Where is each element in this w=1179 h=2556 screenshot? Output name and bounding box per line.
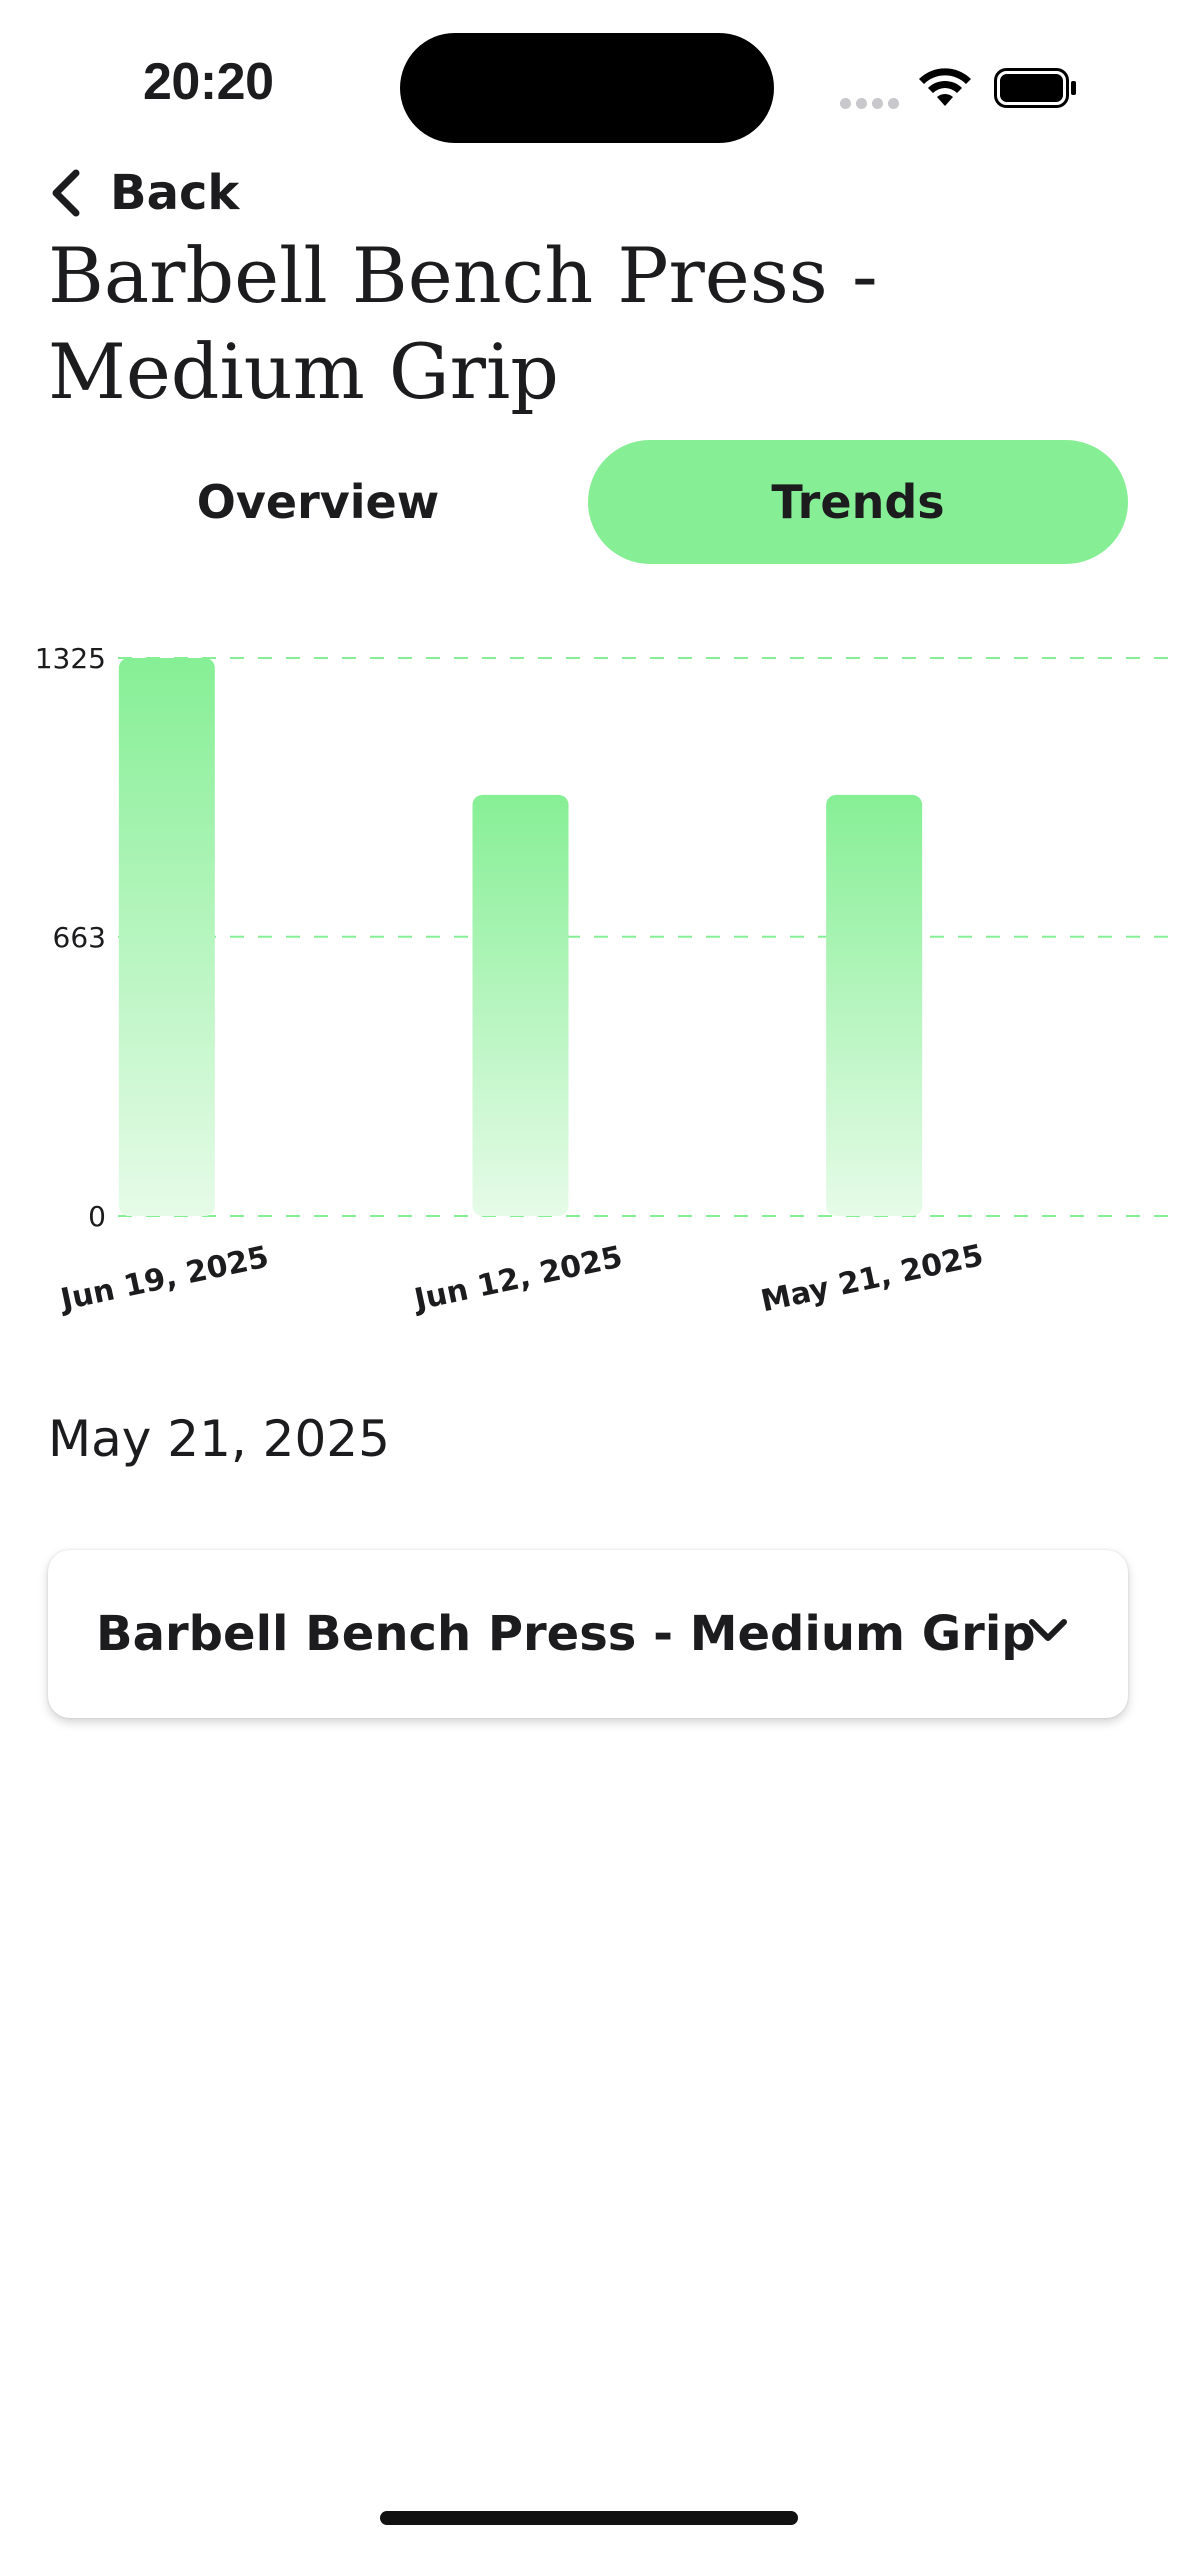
exercise-name: Barbell Bench Press - Medium Grip bbox=[96, 1606, 1036, 1662]
y-tick-label: 0 bbox=[88, 1200, 106, 1233]
home-indicator[interactable] bbox=[380, 2511, 798, 2525]
selected-date: May 21, 2025 bbox=[48, 1410, 390, 1468]
status-time: 20:20 bbox=[143, 53, 274, 111]
page-title: Barbell Bench Press - Medium Grip bbox=[48, 231, 878, 416]
battery-icon bbox=[994, 68, 1076, 108]
bar[interactable] bbox=[118, 658, 215, 1216]
cellular-signal-icon bbox=[840, 94, 904, 113]
trends-chart: 0 663 1325 Jun 19, 2025 Jun 12, 2025 May 21, … bbox=[0, 600, 1179, 1340]
tab-trends[interactable]: Trends bbox=[588, 440, 1128, 564]
chevron-down-icon bbox=[1029, 1619, 1067, 1641]
y-tick-label: 663 bbox=[53, 921, 106, 954]
x-tick-label: May 21, 2025 bbox=[758, 1238, 987, 1319]
chevron-left-icon bbox=[52, 169, 80, 217]
wifi-icon bbox=[919, 68, 971, 106]
bar-chart: 0 663 1325 Jun 19, 2025 Jun 12, 2025 May 21, … bbox=[35, 642, 1179, 1319]
y-tick-label: 1325 bbox=[35, 642, 106, 675]
x-tick-label: Jun 12, 2025 bbox=[410, 1240, 626, 1319]
bar[interactable] bbox=[826, 794, 923, 1216]
back-label: Back bbox=[110, 165, 240, 221]
tab-bar: Overview Trends bbox=[48, 440, 1128, 564]
tab-overview[interactable]: Overview bbox=[48, 440, 588, 564]
x-tick-label: Jun 19, 2025 bbox=[56, 1240, 272, 1319]
dynamic-island bbox=[400, 33, 774, 143]
exercise-dropdown[interactable]: Barbell Bench Press - Medium Grip bbox=[48, 1550, 1128, 1718]
status-bar: 20:20 bbox=[0, 0, 1179, 150]
back-button[interactable]: Back bbox=[48, 160, 239, 226]
bar[interactable] bbox=[472, 794, 569, 1216]
